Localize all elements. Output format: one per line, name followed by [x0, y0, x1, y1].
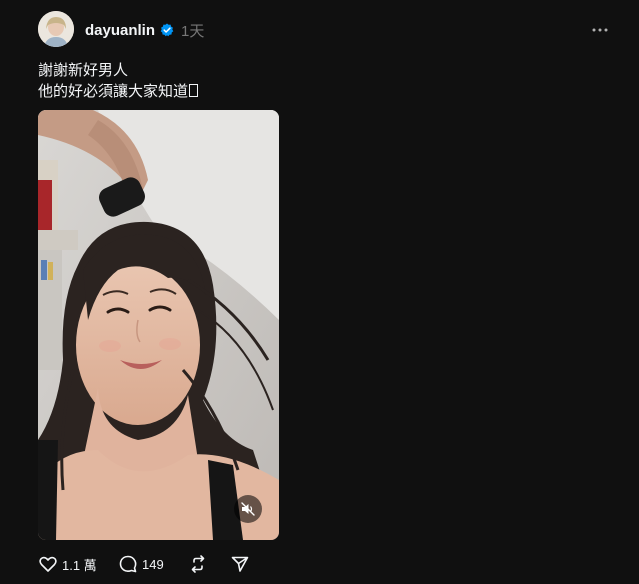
post-timestamp[interactable]: 1天 — [181, 20, 204, 41]
caption-line-2: 他的好必須讓大家知道 — [38, 81, 199, 102]
heart-icon — [39, 556, 57, 572]
thread-post: dayuanlin 1天 謝謝新好男人 他的好必須讓大家知道 1.1 萬 149 — [0, 0, 639, 584]
avatar[interactable] — [38, 11, 74, 47]
comment-icon — [119, 555, 137, 573]
username[interactable]: dayuanlin — [85, 22, 155, 39]
video-frame — [38, 110, 279, 540]
caption-line-1: 謝謝新好男人 — [38, 62, 129, 79]
comment-count: 149 — [142, 556, 164, 572]
avatar-image — [38, 11, 74, 47]
like-count: 1.1 萬 — [62, 557, 97, 573]
video-player[interactable] — [38, 110, 279, 540]
repost-button[interactable] — [188, 554, 230, 574]
mute-toggle-button[interactable] — [234, 495, 262, 523]
repost-icon — [191, 555, 205, 573]
more-options-button[interactable] — [590, 20, 610, 40]
share-icon — [231, 556, 249, 572]
more-icon — [592, 28, 608, 32]
comment-button[interactable]: 149 — [118, 554, 188, 574]
share-button[interactable] — [230, 554, 250, 574]
post-actions: 1.1 萬 149 — [38, 552, 250, 576]
post-caption: 謝謝新好男人 他的好必須讓大家知道 — [38, 60, 199, 102]
like-button[interactable]: 1.1 萬 — [38, 554, 118, 574]
post-header: dayuanlin 1天 — [85, 20, 204, 40]
missing-glyph-icon — [189, 84, 199, 97]
verified-badge-icon — [160, 23, 174, 37]
volume-muted-icon — [241, 502, 255, 516]
